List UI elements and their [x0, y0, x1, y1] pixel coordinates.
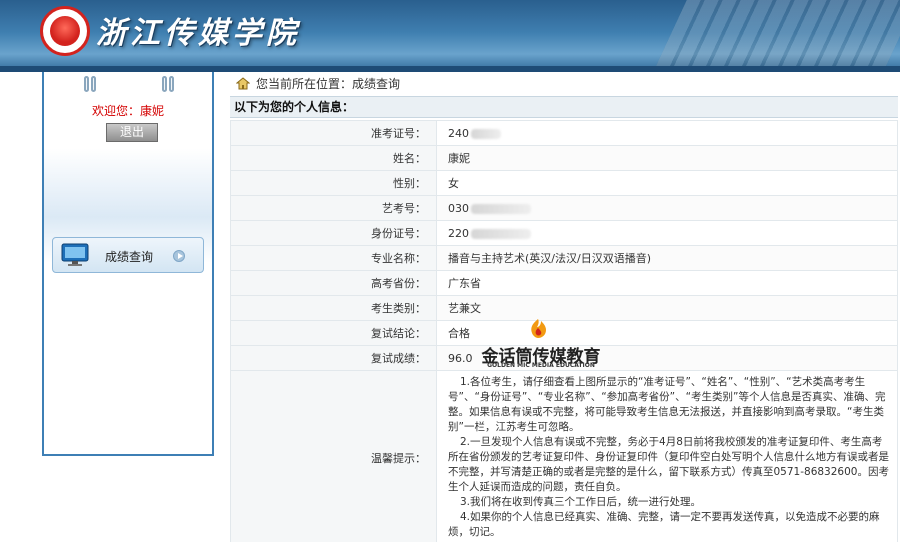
logout-button[interactable]: 退出 [106, 123, 158, 142]
category-value: 艺兼文 [436, 295, 898, 321]
table-row: 专业名称： 播音与主持艺术(英汉/法汉/日汉双语播音) [230, 245, 898, 271]
sidebar: 欢迎您：康妮 退出 成绩查询 [42, 72, 214, 456]
field-label: 考生类别： [230, 295, 437, 321]
note-item: 1.各位考生，请仔细查看上图所显示的“准考证号”、“姓名”、“性别”、“艺术类高… [448, 376, 886, 433]
field-value: 030 [436, 195, 898, 221]
binder-ring-icon [84, 76, 98, 94]
table-row: 考生类别： 艺兼文 [230, 295, 898, 321]
table-row: 准考证号： 240 [230, 120, 898, 146]
province-value: 广东省 [436, 270, 898, 296]
notes-label: 温馨提示： [230, 370, 437, 542]
sidebar-item-label: 成绩查询 [105, 250, 154, 264]
table-row: 高考省份： 广东省 [230, 270, 898, 296]
field-label: 性别： [230, 170, 437, 196]
redacted-mask [471, 228, 531, 239]
table-row: 艺考号： 030 [230, 195, 898, 221]
school-logo-icon [40, 6, 90, 56]
breadcrumb: 您当前所在位置：成绩查询 [236, 74, 400, 92]
table-row: 温馨提示： 1.各位考生，请仔细查看上图所显示的“准考证号”、“姓名”、“性别”… [230, 370, 898, 542]
watermark-en-text: GOLDEN MIC MEDIA EDUCATION [487, 362, 595, 369]
field-label: 复试成绩： [230, 345, 437, 371]
note-item: 2.一旦发现个人信息有误或不完整，务必于4月8日前将我校颁发的准考证复印件、考生… [448, 436, 889, 493]
field-value: 220 [436, 220, 898, 246]
redacted-mask [471, 203, 531, 214]
field-label: 姓名： [230, 145, 437, 171]
welcome-text: 欢迎您：康妮 [91, 104, 164, 118]
id-number-value: 220 [448, 226, 469, 240]
note-item: 3.我们将在收到传真三个工作日后，统一进行处理。 [460, 496, 702, 508]
watermark-logo: 金话筒传媒教育 GOLDEN MIC MEDIA EDUCATION [476, 318, 606, 369]
home-icon [236, 76, 250, 89]
field-label: 准考证号： [230, 120, 437, 146]
table-row: 性别： 女 [230, 170, 898, 196]
sidebar-item-score-query[interactable]: 成绩查询 [52, 237, 204, 273]
admission-number-value: 240 [448, 126, 469, 140]
school-name: 浙江传媒学院 [96, 16, 300, 51]
field-label: 复试结论： [230, 320, 437, 346]
notes-content: 1.各位考生，请仔细查看上图所显示的“准考证号”、“姓名”、“性别”、“艺术类高… [436, 370, 898, 542]
field-label: 高考省份： [230, 270, 437, 296]
monitor-icon [61, 243, 89, 266]
table-row: 姓名： 康妮 [230, 145, 898, 171]
field-label: 艺考号： [230, 195, 437, 221]
name-value: 康妮 [436, 145, 898, 171]
gender-value: 女 [436, 170, 898, 196]
arrow-circle-icon [173, 250, 185, 262]
major-value: 播音与主持艺术(英汉/法汉/日汉双语播音) [436, 245, 898, 271]
field-label: 专业名称： [230, 245, 437, 271]
flame-icon [531, 319, 546, 338]
header-banner: 浙江传媒学院 [0, 0, 900, 72]
table-row: 身份证号： 220 [230, 220, 898, 246]
section-title: 以下为您的个人信息： [230, 96, 898, 118]
note-item: 4.如果你的个人信息已经真实、准确、完整，请一定不要再发送传真，以免造成不必要的… [448, 511, 880, 538]
field-label: 身份证号： [230, 220, 437, 246]
keyboard-graphic [653, 0, 900, 72]
field-value: 240 [436, 120, 898, 146]
redacted-mask [471, 128, 501, 139]
art-exam-number-value: 030 [448, 201, 469, 215]
breadcrumb-text: 您当前所在位置：成绩查询 [256, 76, 401, 91]
binder-ring-icon [162, 76, 176, 94]
